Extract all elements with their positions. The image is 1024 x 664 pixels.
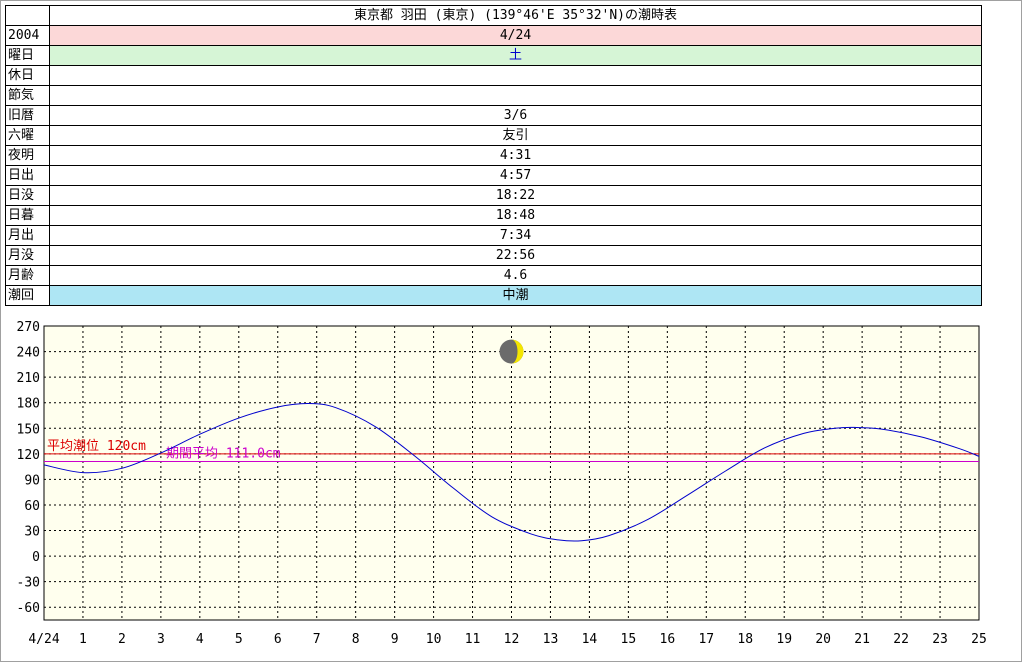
row-label: 節気 — [5, 85, 50, 106]
y-tick-label: 240 — [17, 346, 40, 361]
row-label: 曜日 — [5, 45, 50, 66]
row-label: 旧暦 — [5, 105, 50, 126]
y-tick-label: 90 — [24, 473, 40, 488]
x-tick-label: 5 — [235, 632, 243, 647]
row-value: 18:22 — [49, 185, 982, 206]
y-tick-label: 180 — [17, 397, 40, 412]
row-value: 4:31 — [49, 145, 982, 166]
info-row: 月出 7:34 — [5, 225, 982, 246]
x-tick-label: 23 — [932, 632, 948, 647]
info-row: 六曜 友引 — [5, 125, 982, 146]
x-tick-label: 4/24 — [28, 632, 59, 647]
x-tick-label: 3 — [157, 632, 165, 647]
info-row: 日没 18:22 — [5, 185, 982, 206]
x-tick-label: 25 — [971, 632, 987, 647]
row-label: 潮回 — [5, 285, 50, 306]
x-tick-label: 6 — [274, 632, 282, 647]
page-title: 東京都 羽田 (東京) (139°46'E 35°32'N)の潮時表 — [49, 5, 982, 26]
row-label: 六曜 — [5, 125, 50, 146]
y-tick-label: 120 — [17, 448, 40, 463]
row-label: 休日 — [5, 65, 50, 86]
row-value: 22:56 — [49, 245, 982, 266]
x-tick-label: 21 — [854, 632, 870, 647]
x-tick-label: 15 — [621, 632, 637, 647]
row-value: 4:57 — [49, 165, 982, 186]
x-tick-label: 13 — [543, 632, 559, 647]
title-spacer — [5, 5, 50, 26]
y-axis-labels: 270 240 210 180 150 120 90 60 30 0 -30 -60 — [17, 320, 40, 616]
row-label: 月出 — [5, 225, 50, 246]
row-label: 日出 — [5, 165, 50, 186]
x-tick-label: 11 — [465, 632, 481, 647]
info-row: 夜明 4:31 — [5, 145, 982, 166]
x-tick-label: 1 — [79, 632, 87, 647]
x-axis-labels: 4/24 1 2 3 4 5 6 7 8 9 10 11 12 13 14 15 16 17 18 19 20 21 22 2… — [28, 632, 986, 647]
row-value — [49, 65, 982, 86]
x-tick-label: 2 — [118, 632, 126, 647]
x-tick-label: 7 — [313, 632, 321, 647]
tide-info-table: 東京都 羽田 (東京) (139°46'E 35°32'N)の潮時表 2004 4… — [5, 5, 982, 306]
row-label: 日暮 — [5, 205, 50, 226]
info-row: 2004 4/24 — [5, 25, 982, 46]
moon-phase-icon — [499, 339, 524, 364]
x-tick-label: 14 — [582, 632, 598, 647]
info-row: 旧暦 3/6 — [5, 105, 982, 126]
info-row: 日出 4:57 — [5, 165, 982, 186]
row-label: 月没 — [5, 245, 50, 266]
x-tick-label: 19 — [776, 632, 792, 647]
x-tick-label: 20 — [815, 632, 831, 647]
row-value: 3/6 — [49, 105, 982, 126]
y-tick-label: 270 — [17, 320, 40, 335]
row-value: 土 — [49, 45, 982, 66]
x-tick-label: 18 — [737, 632, 753, 647]
y-tick-label: 210 — [17, 371, 40, 386]
y-tick-label: -30 — [17, 576, 40, 591]
row-value: 7:34 — [49, 225, 982, 246]
info-row: 月没 22:56 — [5, 245, 982, 266]
row-value: 友引 — [49, 125, 982, 146]
row-value: 4.6 — [49, 265, 982, 286]
info-row: 日暮 18:48 — [5, 205, 982, 226]
row-label: 月齢 — [5, 265, 50, 286]
info-row: 潮回 中潮 — [5, 285, 982, 306]
info-row: 月齢 4.6 — [5, 265, 982, 286]
reference-label: 平均潮位 120cm — [47, 439, 146, 454]
x-tick-label: 4 — [196, 632, 204, 647]
row-value: 4/24 — [49, 25, 982, 46]
row-label: 2004 — [5, 25, 50, 46]
x-tick-label: 8 — [352, 632, 360, 647]
reference-label: 期間平均 111.0cm — [166, 446, 281, 461]
y-tick-label: 0 — [32, 550, 40, 565]
y-tick-label: 60 — [24, 499, 40, 514]
row-value — [49, 85, 982, 106]
row-value: 18:48 — [49, 205, 982, 226]
x-tick-label: 10 — [426, 632, 442, 647]
tide-chart: 平均潮位 120cm期間平均 111.0cm 27024021018015012… — [17, 320, 987, 647]
row-label: 日没 — [5, 185, 50, 206]
info-row: 休日 — [5, 65, 982, 86]
info-row: 曜日土 — [5, 45, 982, 66]
row-value: 中潮 — [49, 285, 982, 306]
y-tick-label: 30 — [24, 525, 40, 540]
row-label: 夜明 — [5, 145, 50, 166]
info-row: 節気 — [5, 85, 982, 106]
x-tick-label: 22 — [893, 632, 909, 647]
y-tick-label: 150 — [17, 422, 40, 437]
x-tick-label: 16 — [660, 632, 676, 647]
x-tick-label: 17 — [698, 632, 714, 647]
x-tick-label: 12 — [504, 632, 520, 647]
y-tick-label: -60 — [17, 601, 40, 616]
x-tick-label: 9 — [391, 632, 399, 647]
